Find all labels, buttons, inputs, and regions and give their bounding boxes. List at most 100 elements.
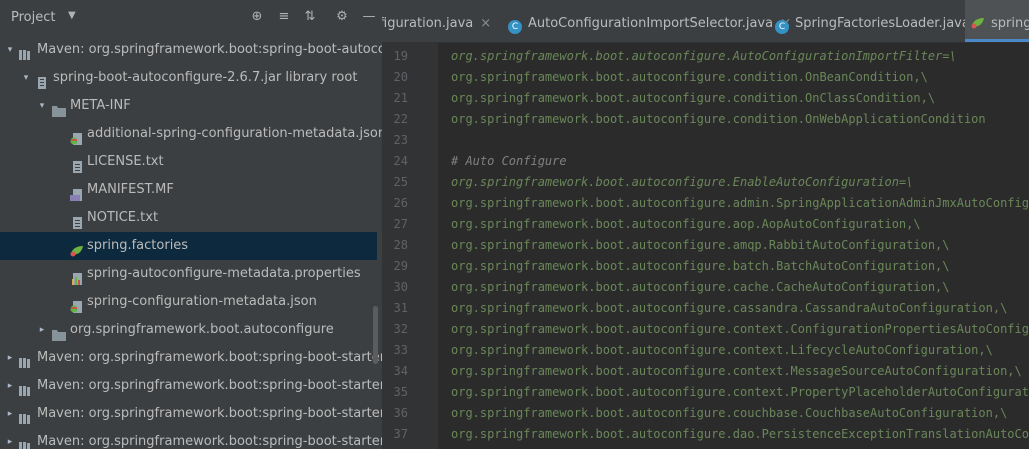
line-number-gutter: 19 20 21 22 23 24 25 26 27 28 29 30 31 32 33 34 35 36 37: [382, 42, 438, 449]
tree-item-label: LICENSE.txt: [87, 154, 164, 169]
code-line: org.springframework.boot.autoconfigure.c…: [451, 322, 1029, 336]
library-icon: [18, 436, 32, 449]
tree-item[interactable]: ▸ Maven: org.springframework.boot:spring-…: [0, 428, 382, 449]
editor-tab[interactable]: spring.factories: [965, 0, 1029, 42]
tab-label: figuration.java: [382, 16, 474, 31]
line-number: 33: [393, 343, 408, 357]
code-line: org.springframework.boot.autoconfigure.c…: [451, 385, 1029, 399]
code-line: org.springframework.boot.autoconfigure.c…: [451, 364, 1022, 378]
line-number: 27: [393, 217, 408, 231]
tree-item-label: Maven: org.springframework.boot:spring-b…: [37, 434, 382, 449]
tab-label: spring.factories: [991, 16, 1029, 31]
chevron-down-icon[interactable]: ▾: [21, 64, 31, 92]
code-line: org.springframework.boot.autoconfigure.E…: [451, 175, 914, 189]
tree-item-label: NOTICE.txt: [87, 210, 159, 225]
tree-item[interactable]: MANIFEST.MF: [0, 176, 382, 204]
tab-label: SpringFactoriesLoader.java: [795, 16, 970, 31]
line-number: 30: [393, 280, 408, 294]
line-number: 24: [393, 154, 408, 168]
folder-icon: [52, 100, 66, 117]
tree-item-label: additional-spring-configuration-metadata…: [87, 126, 382, 141]
library-icon: [18, 380, 32, 396]
editor-panel: figuration.java × C AutoConfigurationImport…: [382, 0, 1029, 449]
code-line: org.springframework.boot.autoconfigure.c…: [451, 70, 928, 84]
line-number: 23: [393, 133, 408, 147]
line-number: 34: [393, 364, 408, 378]
collapse-all-icon[interactable]: ⇅: [302, 9, 318, 25]
tree-item-label: Maven: org.springframework.boot:spring-b…: [37, 42, 382, 57]
project-panel-title[interactable]: Project: [11, 10, 55, 25]
text-file-icon: [70, 212, 84, 229]
tree-item[interactable]: spring.factories: [0, 232, 377, 260]
tree-item[interactable]: ▸ Maven: org.springframework.boot:spring-…: [0, 344, 382, 372]
tree-item-label: spring-boot-autoconfigure-2.6.7.jar libr…: [53, 70, 358, 85]
chevron-right-icon[interactable]: ▸: [5, 428, 15, 449]
line-number: 29: [393, 259, 408, 273]
tree-item-label: spring-autoconfigure-metadata.properties: [87, 266, 361, 281]
tree-item-label: Maven: org.springframework.boot:spring-b…: [37, 406, 382, 421]
chevron-right-icon[interactable]: ▸: [5, 400, 15, 428]
tree-item[interactable]: ▸ Maven: org.springframework.boot:spring-…: [0, 372, 382, 400]
library-icon: [18, 44, 32, 60]
json-config-icon: [70, 296, 84, 313]
code-line: org.springframework.boot.autoconfigure.a…: [451, 217, 921, 231]
code-line: org.springframework.boot.autoconfigure.a…: [451, 238, 950, 252]
spring-icon: [971, 2, 985, 50]
chevron-right-icon[interactable]: ▸: [37, 316, 47, 344]
code-line: org.springframework.boot.autoconfigure.c…: [451, 280, 950, 294]
java-class-icon: C: [775, 20, 789, 34]
line-number: 22: [393, 112, 408, 126]
tree-item[interactable]: ▸ Maven: org.springframework.boot:spring-…: [0, 400, 382, 428]
library-icon: [18, 408, 32, 424]
properties-icon: [70, 268, 84, 285]
close-icon[interactable]: ×: [480, 16, 491, 31]
tree-item[interactable]: ▾ spring-boot-autoconfigure-2.6.7.jar lib…: [0, 64, 382, 92]
java-class-icon: C: [508, 20, 522, 34]
code-comment: # Auto Configure: [451, 154, 567, 168]
tree-item-label: Maven: org.springframework.boot:spring-b…: [37, 378, 382, 393]
chevron-right-icon[interactable]: ▸: [5, 372, 15, 400]
manifest-icon: [70, 184, 84, 201]
spring-icon: [70, 240, 84, 257]
tree-scrollbar[interactable]: [373, 306, 378, 364]
tree-item[interactable]: ▸ org.springframework.boot.autoconfigure: [0, 316, 382, 344]
line-number: 26: [393, 196, 408, 210]
chevron-right-icon[interactable]: ▸: [5, 344, 15, 372]
hide-icon[interactable]: —: [361, 9, 377, 25]
line-number: 25: [393, 175, 408, 189]
chevron-down-icon[interactable]: ▾: [5, 36, 15, 64]
code-line: org.springframework.boot.autoconfigure.c…: [451, 301, 1008, 315]
line-number: 20: [393, 70, 408, 84]
line-number: 37: [393, 427, 408, 441]
tree-item[interactable]: additional-spring-configuration-metadata…: [0, 120, 382, 148]
tree-item-label: spring.factories: [87, 238, 189, 253]
expand-all-icon[interactable]: ≡: [276, 9, 292, 25]
editor-tab[interactable]: CAutoConfigurationImportSelector.java×: [496, 0, 791, 42]
json-config-icon: [70, 128, 84, 145]
line-number: 32: [393, 322, 408, 336]
editor-tab[interactable]: figuration.java ×: [382, 0, 496, 42]
locate-icon[interactable]: ⊕: [249, 9, 265, 25]
code-line: org.springframework.boot.autoconfigure.c…: [451, 112, 986, 126]
chevron-down-icon[interactable]: ▼: [68, 10, 76, 21]
project-panel-header: Project ▼ ⊕ ≡ ⇅ ⚙ —: [0, 0, 382, 36]
tree-item[interactable]: ▾ META-INF: [0, 92, 382, 120]
tree-item-label: org.springframework.boot.autoconfigure: [70, 322, 334, 337]
tree-item[interactable]: spring-configuration-metadata.json: [0, 288, 382, 316]
code-line: org.springframework.boot.autoconfigure.b…: [451, 259, 950, 273]
code-line: org.springframework.boot.autoconfigure.a…: [451, 196, 1029, 210]
line-number: 21: [393, 91, 408, 105]
editor-tab-bar: figuration.java × C AutoConfigurationImport…: [382, 0, 1029, 43]
tree-item[interactable]: LICENSE.txt: [0, 148, 382, 176]
tree-item[interactable]: ▾ Maven: org.springframework.boot:spring-…: [0, 36, 382, 64]
chevron-down-icon[interactable]: ▾: [37, 92, 47, 120]
tree-item[interactable]: spring-autoconfigure-metadata.properties: [0, 260, 382, 288]
code-line: org.springframework.boot.autoconfigure.A…: [451, 49, 957, 63]
code-line: org.springframework.boot.autoconfigure.c…: [451, 91, 936, 105]
line-number: 19: [393, 49, 408, 63]
library-icon: [18, 352, 32, 368]
gear-icon[interactable]: ⚙: [334, 9, 350, 25]
tree-item[interactable]: NOTICE.txt: [0, 204, 382, 232]
editor-tab[interactable]: CSpringFactoriesLoader.java×: [763, 0, 988, 42]
code-line: org.springframework.boot.autoconfigure.d…: [451, 427, 1029, 441]
